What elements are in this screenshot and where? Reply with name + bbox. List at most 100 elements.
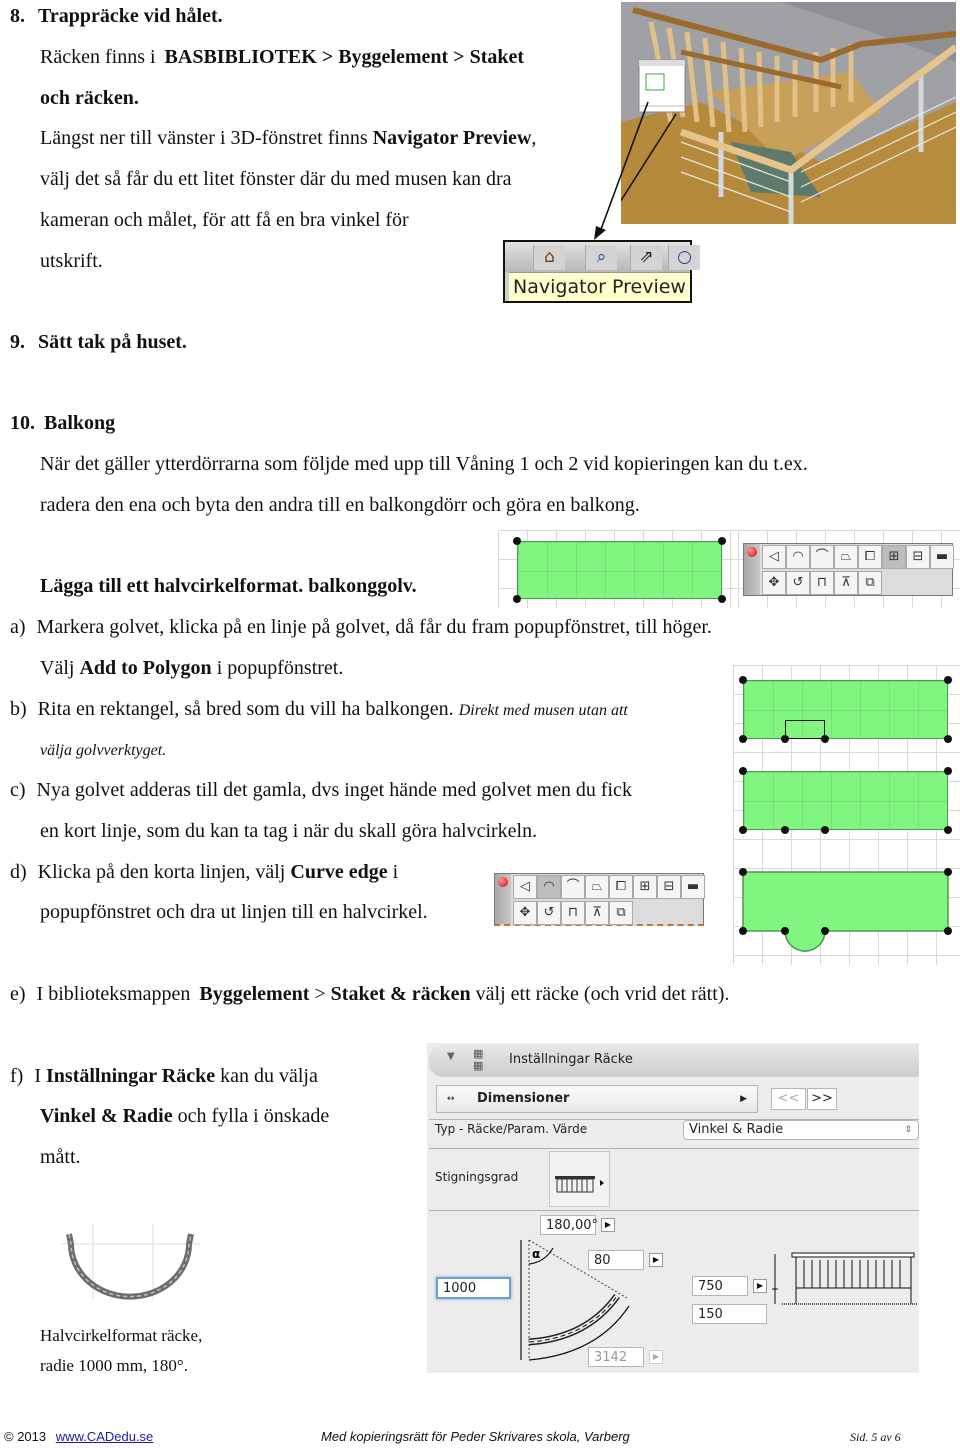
- vertex[interactable]: [781, 826, 789, 834]
- palette-2-tool-button[interactable]: ↺: [537, 901, 561, 925]
- vertex[interactable]: [513, 595, 521, 603]
- pointer-arrow: [594, 101, 649, 240]
- vertex[interactable]: [821, 826, 829, 834]
- palette-1-tool-button[interactable]: ⧠: [858, 545, 882, 569]
- page-select-dropdown[interactable]: ↔ Dimensioner ▶: [436, 1085, 758, 1113]
- vertex[interactable]: [739, 735, 747, 743]
- text: Rita en rektangel, så bred som du vill h…: [37, 698, 454, 720]
- zoom-in-icon[interactable]: ⌕: [585, 245, 617, 270]
- vertex[interactable]: [944, 826, 952, 834]
- section-10-paragraph-2: radera den ena och byta den andra till e…: [40, 494, 640, 516]
- website-link[interactable]: www.CADedu.se: [56, 1429, 154, 1444]
- collapse-triangle-icon[interactable]: ▼: [447, 1051, 455, 1062]
- text: I biblioteksmappen: [36, 983, 191, 1005]
- vertex[interactable]: [944, 676, 952, 684]
- palette-1-tool-button[interactable]: ◁: [762, 545, 786, 569]
- palette-2-tool-button[interactable]: ⧉: [609, 901, 633, 925]
- previous-page-button[interactable]: <<: [771, 1088, 806, 1110]
- palette-2-tool-button[interactable]: ⊼: [585, 901, 609, 925]
- palette-2-tool-button[interactable]: ✥: [513, 901, 537, 925]
- library-subfolder: Staket & räcken: [330, 983, 471, 1005]
- text: kan du välja: [220, 1065, 318, 1087]
- angle-input[interactable]: 180,00°: [540, 1215, 598, 1235]
- palette-2-tool-button[interactable]: ⊓: [561, 901, 585, 925]
- vertex[interactable]: [944, 767, 952, 775]
- text: välj ett räcke (och vrid det rätt).: [475, 983, 730, 1005]
- section-title: Balkong: [44, 412, 116, 434]
- vertex[interactable]: [739, 767, 747, 775]
- arc-length-input[interactable]: 3142: [588, 1347, 644, 1367]
- slope-picker-button[interactable]: [549, 1151, 610, 1207]
- palette-1-tool-button[interactable]: ⧉: [858, 571, 882, 595]
- palette-1-tool-button[interactable]: ✥: [762, 571, 786, 595]
- vertex[interactable]: [718, 595, 726, 603]
- palette-1-tool-button[interactable]: ⊼: [834, 571, 858, 595]
- floor-with-semicircle[interactable]: [733, 860, 960, 960]
- floor-polygon[interactable]: [743, 771, 948, 830]
- palette-2-tool-button[interactable]: ◁: [513, 875, 537, 899]
- palette-2-tool-button[interactable]: ⧠: [609, 875, 633, 899]
- vertex[interactable]: [944, 735, 952, 743]
- floor-diagrams-steps: [733, 665, 960, 965]
- palette-2-tool-button[interactable]: ⌒: [561, 875, 585, 899]
- palette-1-tool-button[interactable]: ◠: [786, 545, 810, 569]
- next-page-button[interactable]: >>: [807, 1088, 837, 1110]
- submenu-arrow-icon: ▶: [740, 1094, 747, 1104]
- text: Markera golvet, klicka på en linje på go…: [36, 616, 712, 638]
- balcony-subtitle: Lägga till ett halvcirkelformat. balkong…: [40, 575, 417, 597]
- added-rectangle[interactable]: [785, 720, 825, 739]
- section-8-heading: 8. Trappräcke vid hålet.: [10, 4, 223, 28]
- navigator-preview-term: Navigator Preview: [372, 127, 532, 149]
- edit-popup-palette-1: ◁ ◠ ⌒ ⏢ ⧠ ⊞ ⊟ ▬ ✥ ↺ ⊓ ⊼ ⧉: [743, 543, 954, 596]
- vertex[interactable]: [739, 676, 747, 684]
- step-a-line-1: a) Markera golvet, klicka på en linje på…: [10, 615, 712, 639]
- palette-1-tool-button[interactable]: ⊓: [810, 571, 834, 595]
- palette-2-tool-button[interactable]: ⊞: [633, 875, 657, 899]
- section-8-line-2: och räcken.: [40, 87, 139, 109]
- palette-1-tool-button[interactable]: ↺: [786, 571, 810, 595]
- radius-input[interactable]: 1000: [436, 1277, 511, 1299]
- text: och fylla i önskade: [177, 1105, 330, 1127]
- floor-polygon[interactable]: [517, 541, 722, 599]
- width-arrow-button[interactable]: ▶: [649, 1253, 663, 1267]
- palette-1-tool-button[interactable]: ⏢: [834, 545, 858, 569]
- step-label: a): [10, 616, 26, 638]
- palette-2-tool-button[interactable]: ⏢: [585, 875, 609, 899]
- italic-note: Direkt med musen utan att: [458, 702, 628, 719]
- type-select[interactable]: Vinkel & Radie ⇕: [683, 1120, 919, 1140]
- pan-icon[interactable]: ⇗: [630, 245, 662, 270]
- panel-header[interactable]: ▼ ▦ ▦ Inställningar Räcke: [429, 1045, 919, 1077]
- footer-license: Med kopieringsrätt för Peder Skrivares s…: [321, 1429, 630, 1444]
- palette-1-tool-button[interactable]: ▬: [930, 545, 954, 569]
- palette-2-tool-button[interactable]: ◠: [537, 875, 561, 899]
- height-arrow-button[interactable]: ▶: [753, 1279, 767, 1293]
- semicircle-railing-drawing: [60, 1224, 200, 1300]
- close-icon[interactable]: [498, 877, 508, 887]
- vertex[interactable]: [718, 537, 726, 545]
- bottom-gap-input[interactable]: 150: [692, 1304, 767, 1324]
- palette-2-tool-button[interactable]: ▬: [681, 875, 705, 899]
- angle-arrow-button[interactable]: ▶: [601, 1218, 615, 1232]
- navigator-preview-tooltip: Navigator Preview: [509, 272, 690, 301]
- floor-polygon[interactable]: [743, 680, 948, 739]
- step-label: f): [10, 1065, 24, 1087]
- panel-title: Inställningar Räcke: [509, 1052, 633, 1067]
- section-9-heading: 9. Sätt tak på huset.: [10, 330, 187, 354]
- vertex[interactable]: [739, 826, 747, 834]
- close-icon[interactable]: [747, 547, 757, 557]
- vertex[interactable]: [781, 735, 789, 743]
- palette-2-tool-button[interactable]: ⊟: [657, 875, 681, 899]
- vertex[interactable]: [821, 735, 829, 743]
- palette-1-tool-button[interactable]: ⊟: [906, 545, 930, 569]
- railing-width-input[interactable]: 80: [588, 1250, 644, 1270]
- railing-height-input[interactable]: 750: [692, 1276, 748, 1296]
- text: Välj: [40, 657, 75, 679]
- palette-1-tool-button[interactable]: ⊞: [882, 545, 906, 569]
- vertex[interactable]: [513, 537, 521, 545]
- railing-render-svg: [621, 2, 956, 224]
- arc-length-arrow-button[interactable]: ▶: [649, 1350, 663, 1364]
- navigator-house-icon[interactable]: ⌂: [533, 245, 565, 270]
- divider: [429, 1148, 919, 1149]
- palette-1-tool-button[interactable]: ⌒: [810, 545, 834, 569]
- zoom-icon[interactable]: ○: [668, 245, 700, 270]
